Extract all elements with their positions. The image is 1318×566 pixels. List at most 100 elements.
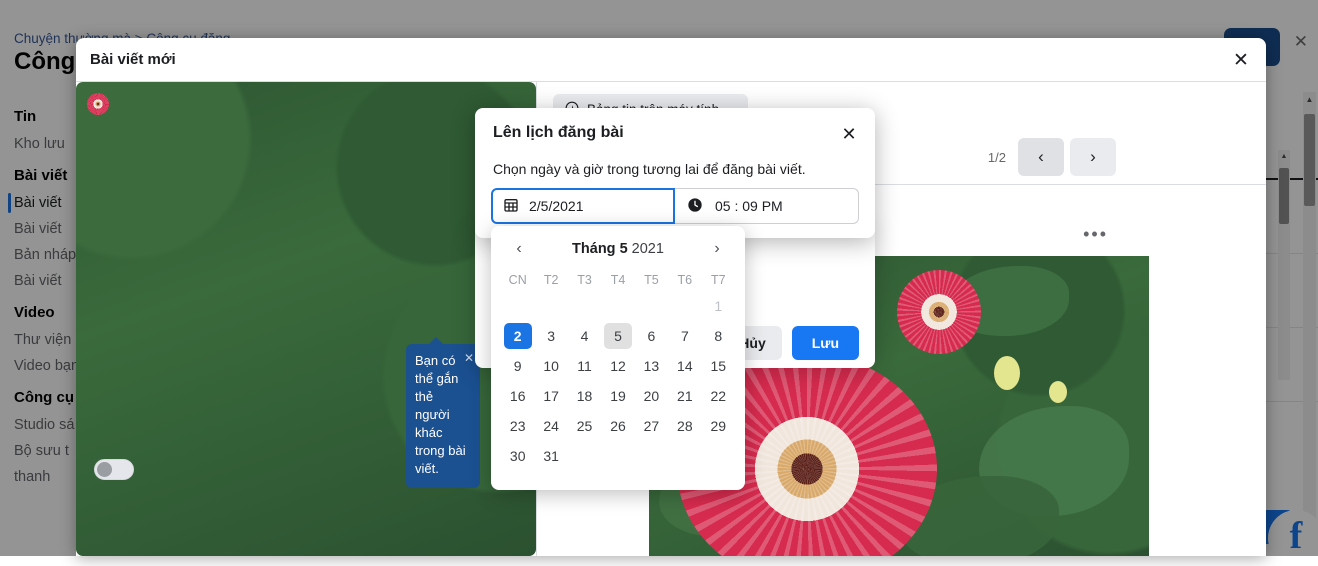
calendar-cell [601,291,634,321]
calendar-day-27[interactable]: 27 [637,413,665,439]
calendar-day-3[interactable]: 3 [537,323,565,349]
calendar-cell[interactable]: 12 [601,351,634,381]
calendar-day-25[interactable]: 25 [571,413,599,439]
calendar-day-16[interactable]: 16 [504,383,532,409]
schedule-close-icon[interactable]: ✕ [837,122,861,146]
calendar-day-13[interactable]: 13 [637,353,665,379]
date-input[interactable]: 2/5/2021 [491,188,675,224]
cta-toggle[interactable] [94,459,134,480]
calendar-day-4[interactable]: 4 [571,323,599,349]
calendar-day-17[interactable]: 17 [537,383,565,409]
media-thumbnail[interactable] [76,82,536,556]
calendar-cell [501,291,534,321]
schedule-dialog-subtitle: Chọn ngày và giờ trong tương lai để đăng… [493,161,806,177]
calendar-day-24[interactable]: 24 [537,413,565,439]
calendar-day-1[interactable]: 1 [704,293,732,319]
tag-tooltip: ✕ Bạn có thể gắn thẻ người khác trong bà… [406,337,480,488]
calendar-cell[interactable]: 7 [668,321,701,351]
composer-panel: Aa File phương tiện Chia sẻ ảnh hoặc vid… [76,82,536,556]
calendar-day-19[interactable]: 19 [604,383,632,409]
preview-more-icon[interactable]: ••• [1083,224,1108,245]
calendar-day-11[interactable]: 11 [571,353,599,379]
calendar-cell[interactable]: 25 [568,411,601,441]
tooltip-close-icon[interactable]: ✕ [464,349,474,367]
calendar-cell[interactable]: 13 [635,351,668,381]
calendar-prev-month-icon[interactable]: ‹ [507,237,531,261]
calendar-day-28[interactable]: 28 [671,413,699,439]
calendar-weekday: T7 [710,273,726,287]
calendar-month-label: Tháng 5 2021 [572,241,664,257]
calendar-cell [601,441,634,471]
calendar-cell [568,441,601,471]
calendar-cell [568,291,601,321]
calendar-cell[interactable]: 6 [635,321,668,351]
calendar-day-14[interactable]: 14 [671,353,699,379]
save-button[interactable]: Lưu [791,326,859,360]
calendar-cell[interactable]: 9 [501,351,534,381]
calendar-cell[interactable]: 31 [534,441,567,471]
calendar-cell[interactable]: 15 [702,351,735,381]
calendar-cell[interactable]: 4 [568,321,601,351]
calendar-cell[interactable]: 8 [702,321,735,351]
schedule-fields: 2/5/2021 05 : 09 PM [491,188,859,224]
calendar-cell[interactable]: 2 [501,321,534,351]
media-row: 720 x 720 [76,82,536,556]
close-icon[interactable]: ✕ [1228,47,1254,73]
time-input[interactable]: 05 : 09 PM [675,188,859,224]
calendar-weekday: T4 [610,273,626,287]
calendar-day-8[interactable]: 8 [704,323,732,349]
calendar-cell[interactable]: 22 [702,381,735,411]
calendar-day-26[interactable]: 26 [604,413,632,439]
calendar-cell[interactable]: 24 [534,411,567,441]
calendar-day-30[interactable]: 30 [504,443,532,469]
calendar-cell[interactable]: 16 [501,381,534,411]
new-post-modal-title: Bài viết mới [90,51,176,68]
calendar-day-2[interactable]: 2 [503,323,532,349]
calendar-day-10[interactable]: 10 [537,353,565,379]
calendar-weekday: T5 [644,273,659,287]
calendar-day-21[interactable]: 21 [671,383,699,409]
calendar-cell[interactable]: 17 [534,381,567,411]
calendar-day-6[interactable]: 6 [637,323,665,349]
calendar-cell[interactable]: 1 [702,291,735,321]
calendar-cell[interactable]: 18 [568,381,601,411]
calendar-day-23[interactable]: 23 [504,413,532,439]
calendar-cell[interactable]: 28 [668,411,701,441]
calendar-cell[interactable]: 5 [601,321,634,351]
calendar-weekday: T2 [543,273,559,287]
calendar-day-12[interactable]: 12 [604,353,632,379]
calendar-grid: 1 2 3 4 5 6 7 8 9 10 11 12 13 14 15 16 17 18 19 20 21 22 23 24 2… [501,291,735,471]
preview-prev-button[interactable]: ‹ [1018,138,1064,176]
preview-next-button[interactable]: › [1070,138,1116,176]
calendar-weekday: CN [508,273,527,287]
calendar-cell[interactable]: 19 [601,381,634,411]
preview-page-counter: 1/2 [987,149,1006,165]
calendar-cell[interactable]: 29 [702,411,735,441]
calendar-next-month-icon[interactable]: › [705,237,729,261]
calendar-day-9[interactable]: 9 [504,353,532,379]
calendar-cell[interactable]: 3 [534,321,567,351]
date-input-value: 2/5/2021 [529,198,584,214]
calendar-cell[interactable]: 10 [534,351,567,381]
calendar-cell[interactable]: 14 [668,351,701,381]
calendar-day-15[interactable]: 15 [704,353,732,379]
calendar-day-5[interactable]: 5 [603,323,632,349]
calendar-month-name: Tháng 5 [572,241,628,257]
calendar-day-29[interactable]: 29 [704,413,732,439]
calendar-day-31[interactable]: 31 [537,443,565,469]
calendar-cell[interactable]: 30 [501,441,534,471]
calendar-popover: ‹ Tháng 5 2021 › CN T2 T3 T4 T5 T6 T7 12… [491,226,745,490]
calendar-cell[interactable]: 11 [568,351,601,381]
calendar-day-20[interactable]: 20 [637,383,665,409]
calendar-weekday: T3 [577,273,592,287]
calendar-day-22[interactable]: 22 [704,383,732,409]
calendar-cell[interactable]: 26 [601,411,634,441]
calendar-cell[interactable]: 21 [668,381,701,411]
new-post-modal-header: Bài viết mới ✕ [76,38,1266,82]
calendar-cell[interactable]: 23 [501,411,534,441]
calendar-cell[interactable]: 27 [635,411,668,441]
calendar-cell[interactable]: 20 [635,381,668,411]
calendar-day-18[interactable]: 18 [571,383,599,409]
clock-icon [687,197,703,216]
calendar-day-7[interactable]: 7 [671,323,699,349]
